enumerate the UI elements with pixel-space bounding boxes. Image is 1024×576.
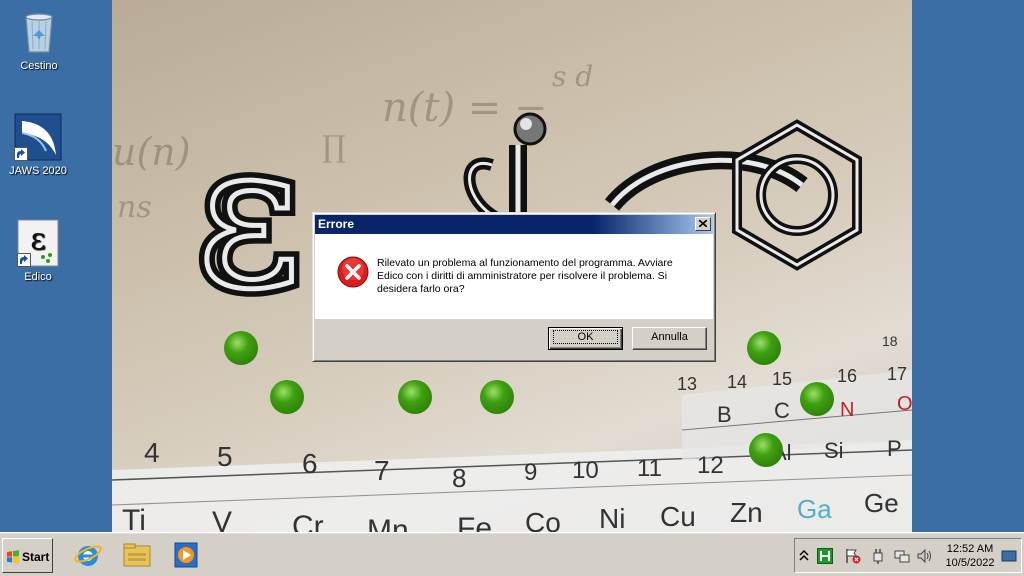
group-number-label: 4 (144, 437, 160, 468)
edico-icon: ε (17, 219, 59, 267)
element-symbol: Si (824, 438, 844, 463)
ok-button[interactable]: OK (548, 327, 623, 350)
element-symbol: Cu (660, 501, 696, 532)
ok-button-label: OK (552, 330, 619, 344)
error-icon (337, 256, 369, 288)
chevron-up-icon (799, 549, 809, 561)
desktop-icon-label: Cestino (20, 60, 58, 72)
element-symbol: O (897, 393, 912, 415)
internet-explorer-icon (74, 545, 102, 566)
close-icon (699, 220, 707, 227)
taskbar-media-player[interactable] (166, 538, 206, 572)
math-background-formula: s d (552, 60, 594, 93)
explorer-folder-icon (123, 543, 151, 567)
element-symbol: Cr (292, 510, 324, 532)
shortcut-arrow-icon (17, 253, 31, 267)
element-symbol: N (840, 399, 854, 421)
group-number-label: 10 (572, 457, 599, 484)
clock-date: 10/5/2022 (945, 557, 995, 569)
green-dot (270, 380, 304, 414)
green-dot (480, 380, 514, 414)
clock[interactable]: 12:52 AM 10/5/2022 (941, 542, 999, 570)
desktop-icon-recycle-bin[interactable]: Cestino (1, 8, 77, 72)
element-symbol: B (717, 402, 732, 427)
dialog-title: Errore (318, 217, 355, 231)
element-symbol: Fe (457, 512, 492, 532)
group-number-label: 8 (452, 463, 466, 493)
shortcut-arrow-icon (14, 147, 28, 161)
system-tray: 12:52 AM 10/5/2022 (794, 538, 1022, 573)
tray-action-center[interactable] (845, 548, 861, 564)
group-number-label: 9 (524, 459, 537, 486)
taskbar: Start 12:52 AM 10/5/2022 (0, 532, 1024, 576)
math-background-formula: u(n) (112, 130, 191, 174)
tray-h-app[interactable] (817, 548, 833, 564)
start-button[interactable]: Start (2, 538, 53, 573)
desktop-icon-label: JAWS 2020 (9, 165, 67, 177)
speaker-icon (917, 548, 931, 564)
group-number-label: 15 (772, 369, 792, 389)
group-number-label: 13 (677, 374, 697, 394)
group-number-label: 16 (837, 366, 857, 386)
svg-text:ε: ε (30, 222, 46, 257)
show-hidden-icons-button[interactable] (798, 548, 814, 564)
show-desktop-icon (1001, 550, 1017, 562)
close-button[interactable] (695, 217, 711, 231)
group-number-label: 14 (727, 372, 747, 392)
element-symbol: C (774, 398, 790, 423)
element-symbol: Ni (599, 503, 625, 532)
green-h-icon (817, 548, 833, 564)
tray-volume[interactable] (917, 548, 933, 564)
taskbar-windows-explorer[interactable] (117, 538, 157, 572)
desktop-icon-jaws[interactable]: JAWS 2020 (0, 113, 76, 177)
group-number-label: 6 (302, 448, 318, 479)
tray-network[interactable] (894, 548, 910, 564)
svg-text:ε: ε (197, 105, 301, 315)
recycle-bin-icon (15, 8, 63, 56)
jaws-icon (14, 113, 62, 161)
green-dot (747, 331, 781, 365)
element-symbol: P (887, 436, 902, 461)
cancel-button-label: Annulla (651, 331, 688, 343)
cancel-button[interactable]: Annulla (632, 327, 707, 350)
math-background-formula: ns (117, 190, 152, 225)
desktop-icon-edico[interactable]: ε Edico (0, 219, 76, 283)
plug-icon (873, 549, 883, 564)
taskbar-internet-explorer[interactable] (68, 538, 108, 572)
element-symbol: Ga (797, 494, 832, 524)
group-number-label: 11 (637, 455, 662, 482)
element-symbol: V (212, 506, 232, 532)
network-icon (894, 550, 910, 563)
error-message: Rilevato un problema al funzionamento de… (377, 257, 673, 295)
element-symbol: Ge (864, 488, 899, 518)
group-number-label: 7 (374, 455, 390, 486)
green-dot (749, 433, 783, 467)
flag-error-icon (846, 549, 861, 564)
green-dot (398, 380, 432, 414)
element-symbol: Zn (730, 497, 763, 528)
group-number-label: 17 (887, 364, 907, 384)
element-symbol: Co (525, 507, 561, 532)
dialog-body: Rilevato un problema al funzionamento de… (315, 234, 713, 319)
group-number-label: 5 (217, 441, 233, 472)
media-player-icon (174, 542, 198, 568)
green-dot (800, 382, 834, 416)
dialog-title-bar[interactable]: Errore (315, 215, 713, 234)
show-desktop-button[interactable] (1001, 548, 1017, 564)
group-number-label: 18 (882, 333, 898, 349)
tray-safely-remove[interactable] (870, 548, 886, 564)
element-symbol: Mn (367, 514, 409, 532)
green-dot (224, 331, 258, 365)
group-number-label: 12 (697, 452, 724, 479)
clock-time: 12:52 AM (946, 543, 994, 555)
windows-flag-icon (7, 550, 19, 564)
error-dialog: Errore Rilevato un problema al funzionam… (312, 212, 716, 362)
element-symbol: Ti (122, 504, 146, 532)
desktop-icon-label: Edico (24, 271, 52, 283)
start-label: Start (22, 550, 50, 564)
